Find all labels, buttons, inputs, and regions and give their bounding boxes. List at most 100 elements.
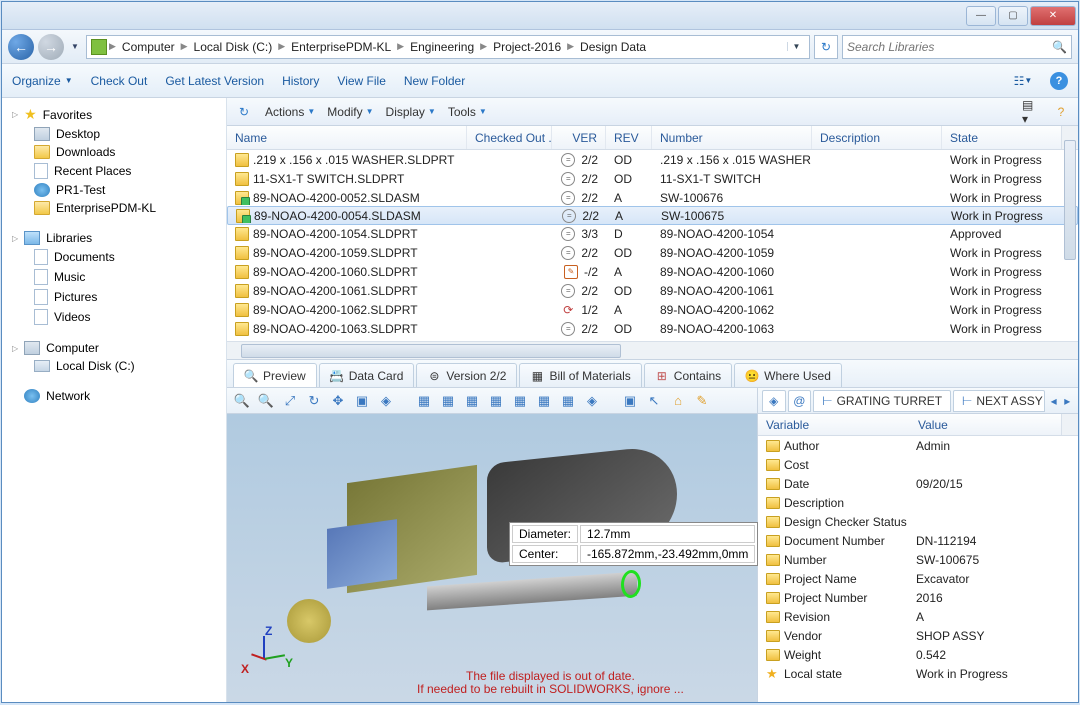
rotate-icon[interactable]: ↻ — [305, 392, 323, 410]
sidebar-item-music[interactable]: Music — [2, 267, 226, 287]
tab-version[interactable]: ⊜Version 2/2 — [416, 363, 517, 387]
scroll-left-icon[interactable]: ◂ — [1047, 394, 1061, 408]
file-list-body[interactable]: .219 x .156 x .015 WASHER.SLDPRT=2/2OD.2… — [227, 150, 1078, 341]
network-header[interactable]: ▷Network — [2, 387, 226, 405]
view7-icon[interactable]: ▦ — [559, 392, 577, 410]
help-icon[interactable]: ? — [1052, 104, 1070, 120]
back-button[interactable]: ← — [8, 34, 34, 60]
box1-icon[interactable]: ▣ — [353, 392, 371, 410]
col-desc[interactable]: Description — [812, 126, 942, 149]
file-row[interactable]: 89-NOAO-4200-1059.SLDPRT=2/2OD89-NOAO-42… — [227, 243, 1078, 262]
view1-icon[interactable]: ▦ — [415, 392, 433, 410]
maximize-button[interactable]: ▢ — [998, 6, 1028, 26]
search-box[interactable]: 🔍 — [842, 35, 1072, 59]
zoom-inout-icon[interactable]: ⤢ — [281, 392, 299, 410]
home-icon[interactable]: ⌂ — [669, 392, 687, 410]
history-dropdown[interactable]: ▼ — [68, 37, 82, 57]
sidebar-item-pictures[interactable]: Pictures — [2, 287, 226, 307]
computer-header[interactable]: ▷Computer — [2, 339, 226, 357]
refresh-icon[interactable]: ↻ — [235, 104, 253, 120]
view-options-button[interactable]: ☷ ▼ — [1014, 73, 1032, 89]
file-row[interactable]: 89-NOAO-4200-0052.SLDASM=2/2ASW-100676Wo… — [227, 188, 1078, 207]
sidebar-item-documents[interactable]: Documents — [2, 247, 226, 267]
libraries-header[interactable]: ▷Libraries — [2, 229, 226, 247]
config-tab-nextassy[interactable]: ⊢NEXT ASSY - H — [953, 390, 1045, 412]
view2-icon[interactable]: ▦ — [439, 392, 457, 410]
property-row[interactable]: RevisionA — [758, 607, 1078, 626]
tab-whereused[interactable]: 😐Where Used — [734, 363, 842, 387]
hscrollbar[interactable] — [227, 341, 1078, 359]
sidebar-item-localdisk[interactable]: Local Disk (C:) — [2, 357, 226, 375]
sidebar-item-pr1test[interactable]: PR1-Test — [2, 181, 226, 199]
view6-icon[interactable]: ▦ — [535, 392, 553, 410]
breadcrumb-item[interactable]: Design Data — [576, 40, 650, 54]
close-button[interactable]: ✕ — [1030, 6, 1076, 26]
property-row[interactable]: AuthorAdmin — [758, 436, 1078, 455]
breadcrumb-item[interactable]: Project-2016 — [489, 40, 565, 54]
checkout-button[interactable]: Check Out — [91, 74, 148, 88]
col-checkedout[interactable]: Checked Out ... — [467, 126, 552, 149]
property-row[interactable]: Weight0.542 — [758, 645, 1078, 664]
sidebar-item-recent[interactable]: Recent Places — [2, 161, 226, 181]
property-row[interactable]: Project NameExcavator — [758, 569, 1078, 588]
box2-icon[interactable]: ◈ — [377, 392, 395, 410]
property-row[interactable]: Design Checker Status — [758, 512, 1078, 531]
tab-preview[interactable]: 🔍Preview — [233, 363, 317, 387]
col-value[interactable]: Value — [910, 414, 1061, 435]
config-tab-1[interactable]: ◈ — [762, 390, 786, 412]
minimize-button[interactable]: — — [966, 6, 996, 26]
file-row[interactable]: 89-NOAO-4200-1062.SLDPRT⟳1/2A89-NOAO-420… — [227, 300, 1078, 319]
viewfile-button[interactable]: View File — [337, 74, 385, 88]
col-name[interactable]: Name — [227, 126, 467, 149]
select-icon[interactable]: ↖ — [645, 392, 663, 410]
preview-canvas[interactable]: Diameter:12.7mm Center:-165.872mm,-23.49… — [227, 414, 757, 702]
config-tab-grating[interactable]: ⊢GRATING TURRET — [813, 390, 951, 412]
search-input[interactable] — [847, 40, 1052, 54]
property-row[interactable]: VendorSHOP ASSY — [758, 626, 1078, 645]
help-icon[interactable]: ? — [1050, 72, 1068, 90]
favorites-header[interactable]: ▷★Favorites — [2, 104, 226, 125]
measure-icon[interactable]: ✎ — [693, 392, 711, 410]
organize-menu[interactable]: Organize ▼ — [12, 74, 73, 88]
zoom-fit-icon[interactable]: 🔍 — [233, 392, 251, 410]
iso-icon[interactable]: ◈ — [583, 392, 601, 410]
property-row[interactable]: Date09/20/15 — [758, 474, 1078, 493]
breadcrumb-bar[interactable]: ▶ Computer▶ Local Disk (C:)▶ EnterpriseP… — [86, 35, 810, 59]
file-row[interactable]: 89-NOAO-4200-1061.SLDPRT=2/2OD89-NOAO-42… — [227, 281, 1078, 300]
sidebar-item-downloads[interactable]: Downloads — [2, 143, 226, 161]
config-tab-2[interactable]: @ — [788, 390, 812, 412]
file-row[interactable]: 11-SX1-T SWITCH.SLDPRT=2/2OD11-SX1-T SWI… — [227, 169, 1078, 188]
getlatest-button[interactable]: Get Latest Version — [165, 74, 264, 88]
breadcrumb-item[interactable]: EnterprisePDM-KL — [287, 40, 395, 54]
file-row[interactable]: 89-NOAO-4200-1060.SLDPRT✎-/2A89-NOAO-420… — [227, 262, 1078, 281]
property-row[interactable]: Project Number2016 — [758, 588, 1078, 607]
view5-icon[interactable]: ▦ — [511, 392, 529, 410]
view3-icon[interactable]: ▦ — [463, 392, 481, 410]
section-icon[interactable]: ▣ — [621, 392, 639, 410]
actions-menu[interactable]: Actions ▼ — [265, 105, 315, 119]
modify-menu[interactable]: Modify ▼ — [327, 105, 373, 119]
col-number[interactable]: Number — [652, 126, 812, 149]
sidebar-item-desktop[interactable]: Desktop — [2, 125, 226, 143]
hscroll-thumb[interactable] — [241, 344, 621, 358]
file-row[interactable]: .219 x .156 x .015 WASHER.SLDPRT=2/2OD.2… — [227, 150, 1078, 169]
col-state[interactable]: State — [942, 126, 1078, 149]
property-row[interactable]: ★Local stateWork in Progress — [758, 664, 1078, 683]
options-icon[interactable]: ▤ ▾ — [1022, 104, 1040, 120]
tab-datacard[interactable]: 📇Data Card — [319, 363, 415, 387]
col-rev[interactable]: REV — [606, 126, 652, 149]
breadcrumb-item[interactable]: Computer — [118, 40, 179, 54]
pan-icon[interactable]: ✥ — [329, 392, 347, 410]
display-menu[interactable]: Display ▼ — [386, 105, 436, 119]
property-row[interactable]: Document NumberDN-112194 — [758, 531, 1078, 550]
col-variable[interactable]: Variable — [758, 414, 910, 435]
breadcrumb-item[interactable]: Local Disk (C:) — [190, 40, 277, 54]
breadcrumb-item[interactable]: Engineering — [406, 40, 478, 54]
forward-button[interactable]: → — [38, 34, 64, 60]
col-ver[interactable]: VER — [552, 126, 606, 149]
scroll-right-icon[interactable]: ▸ — [1060, 394, 1074, 408]
tab-bom[interactable]: ▦Bill of Materials — [519, 363, 641, 387]
newfolder-button[interactable]: New Folder — [404, 74, 465, 88]
view4-icon[interactable]: ▦ — [487, 392, 505, 410]
vscrollbar[interactable] — [1061, 126, 1078, 149]
